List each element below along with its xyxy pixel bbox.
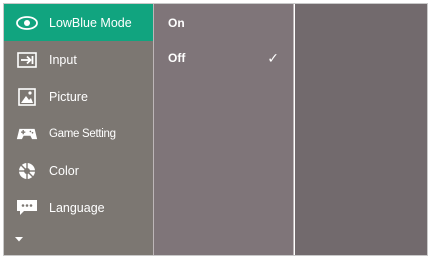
option-on[interactable]: On — [154, 6, 293, 40]
checkmark-icon: ✓ — [267, 49, 279, 66]
language-icon — [16, 199, 38, 217]
menu-item-label: Input — [49, 52, 77, 67]
option-label: On — [168, 16, 185, 30]
option-label: Off — [168, 51, 186, 65]
menu-item-lowblue-mode[interactable]: LowBlue Mode — [4, 4, 153, 41]
menu-item-color[interactable]: Color — [4, 152, 153, 189]
menu-item-label: Color — [49, 163, 79, 178]
menu-item-game-setting[interactable]: Game Setting — [4, 115, 153, 152]
menu-item-input[interactable]: Input — [4, 41, 153, 78]
menu-item-language[interactable]: Language — [4, 189, 153, 226]
menu-item-picture[interactable]: Picture — [4, 78, 153, 115]
chevron-down-icon[interactable] — [14, 229, 24, 247]
menu-item-label: Picture — [49, 89, 88, 104]
option-off[interactable]: Off ✓ — [154, 41, 293, 75]
value-panel — [295, 4, 427, 255]
input-icon — [16, 51, 38, 69]
menu-item-label: LowBlue Mode — [49, 15, 132, 30]
gamepad-icon — [16, 125, 38, 143]
picture-icon — [16, 87, 38, 106]
divider — [293, 4, 294, 255]
menu-item-label: Game Setting — [49, 127, 116, 140]
color-wheel-icon — [16, 162, 38, 180]
osd-menu: LowBlue Mode Input Picture Game Setting … — [3, 3, 428, 256]
eye-icon — [16, 14, 38, 32]
menu-item-label: Language — [49, 200, 105, 215]
